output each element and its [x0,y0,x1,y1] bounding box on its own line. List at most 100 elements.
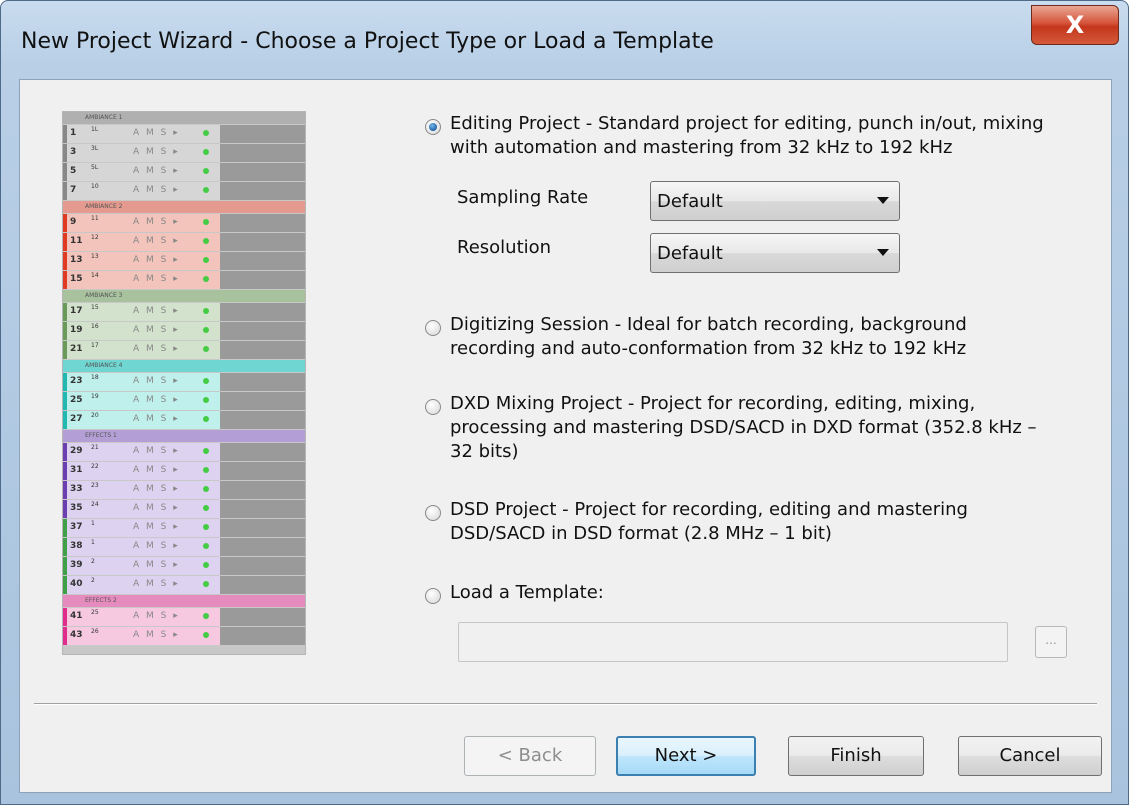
close-button[interactable]: X [1031,5,1119,45]
track-input: 16 [91,323,99,330]
preview-track-row: 29 21 A M S ▸ [63,443,305,461]
track-lane [220,322,305,340]
digitizing-session-radio[interactable] [425,320,441,336]
load-template-label[interactable]: Load a Template: [450,581,604,605]
track-controls: A M S ▸ [133,465,180,475]
track-number: 31 [70,465,83,475]
preview-group-label: AMBIANCE 3 [85,292,123,299]
track-lane [220,144,305,162]
track-number: 43 [70,630,83,640]
preview-group-header: AMBIANCE 4 [63,360,305,372]
dxd-mixing-radio[interactable] [425,399,441,415]
track-number: 3 [70,147,77,157]
track-status-dot [203,378,209,384]
track-input: 1 [91,539,95,546]
track-number: 41 [70,611,83,621]
window-title: New Project Wizard - Choose a Project Ty… [21,29,714,54]
track-controls: A M S ▸ [133,522,180,532]
track-number: 33 [70,484,83,494]
track-controls: A M S ▸ [133,128,180,138]
track-color-bar [63,252,67,270]
track-status-dot [203,168,209,174]
track-controls: A M S ▸ [133,503,180,513]
track-controls: A M S ▸ [133,446,180,456]
next-button[interactable]: Next > [616,736,756,776]
track-input: 26 [91,628,99,635]
preview-track-row: 38 1 A M S ▸ [63,538,305,556]
track-controls: A M S ▸ [133,376,180,386]
track-number: 37 [70,522,83,532]
preview-track-row: 17 15 A M S ▸ [63,303,305,321]
preview-group-label: AMBIANCE 1 [85,114,123,121]
track-number: 35 [70,503,83,513]
dsd-project-label[interactable]: DSD Project - Project for recording, edi… [450,498,1050,546]
preview-track-row: 11 12 A M S ▸ [63,233,305,251]
track-lane [220,271,305,289]
back-button[interactable]: < Back [464,736,596,776]
track-status-dot [203,149,209,155]
track-status-dot [203,467,209,473]
track-status-dot [203,632,209,638]
track-lane [220,443,305,461]
digitizing-session-label[interactable]: Digitizing Session - Ideal for batch rec… [450,313,1050,361]
track-input: 15 [91,304,99,311]
track-status-dot [203,416,209,422]
track-controls: A M S ▸ [133,344,180,354]
track-lane [220,462,305,480]
sampling-rate-dropdown[interactable]: Default [650,181,900,221]
track-color-bar [63,271,67,289]
track-controls: A M S ▸ [133,217,180,227]
template-path-input[interactable] [458,622,1008,662]
track-number: 29 [70,446,83,456]
track-status-dot [203,613,209,619]
track-input: 14 [91,272,99,279]
resolution-label: Resolution [457,237,552,258]
preview-group-header: AMBIANCE 1 [63,112,305,124]
track-status-dot [203,276,209,282]
track-input: 19 [91,393,99,400]
preview-track-row: 9 11 A M S ▸ [63,214,305,232]
track-lane [220,163,305,181]
dxd-mixing-label[interactable]: DXD Mixing Project - Project for recordi… [450,392,1050,464]
track-color-bar [63,557,67,575]
sampling-rate-label: Sampling Rate [457,187,589,208]
preview-track-row: 5 5L A M S ▸ [63,163,305,181]
preview-group-header: EFFECTS 1 [63,430,305,442]
track-number: 25 [70,395,83,405]
dsd-project-radio[interactable] [425,505,441,521]
track-number: 13 [70,255,83,265]
track-input: 1L [91,126,99,133]
preview-track-row: 33 23 A M S ▸ [63,481,305,499]
finish-button[interactable]: Finish [788,736,924,776]
track-color-bar [63,411,67,429]
track-status-dot [203,562,209,568]
track-controls: A M S ▸ [133,414,180,424]
track-input: 25 [91,609,99,616]
preview-group-header: AMBIANCE 3 [63,290,305,302]
editing-project-label[interactable]: Editing Project - Standard project for e… [450,112,1050,160]
resolution-dropdown[interactable]: Default [650,233,900,273]
track-lane [220,373,305,391]
close-icon: X [1065,11,1085,39]
cancel-button[interactable]: Cancel [958,736,1102,776]
track-lane [220,125,305,143]
track-input: 17 [91,342,99,349]
editing-project-radio[interactable] [425,119,441,135]
track-input: 2 [91,577,95,584]
resolution-value: Default [657,243,723,264]
wizard-window: New Project Wizard - Choose a Project Ty… [0,0,1129,805]
track-status-dot [203,524,209,530]
load-template-radio[interactable] [425,588,441,604]
browse-button[interactable]: ... [1035,626,1067,658]
track-lane [220,608,305,626]
track-lane [220,392,305,410]
preview-track-row: 39 2 A M S ▸ [63,557,305,575]
track-input: 20 [91,412,99,419]
track-lane [220,538,305,556]
track-lane [220,576,305,594]
track-color-bar [63,462,67,480]
track-controls: A M S ▸ [133,236,180,246]
track-input: 2 [91,558,95,565]
track-status-dot [203,448,209,454]
track-number: 9 [70,217,77,227]
